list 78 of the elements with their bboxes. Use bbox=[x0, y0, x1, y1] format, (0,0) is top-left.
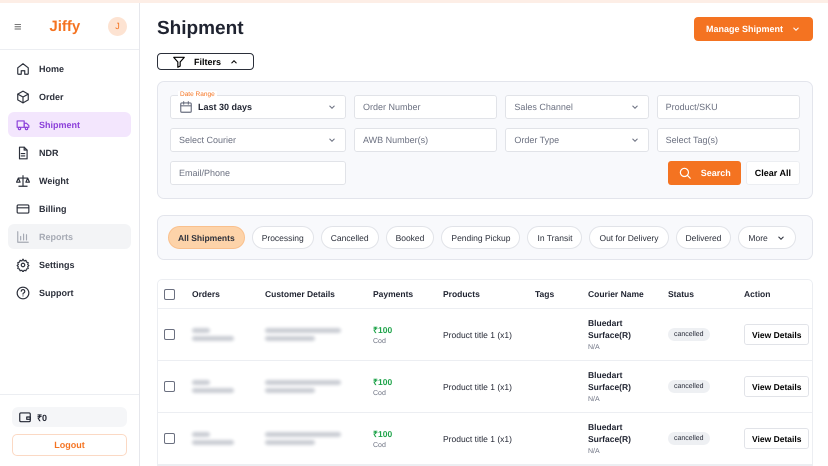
input-field[interactable]: Order Number bbox=[354, 95, 498, 119]
redacted-text bbox=[265, 388, 315, 393]
view-details-button[interactable]: View Details bbox=[744, 376, 810, 397]
search-icon bbox=[678, 166, 692, 180]
help-icon bbox=[16, 286, 30, 300]
select-field[interactable]: Select Courier bbox=[170, 128, 346, 152]
redacted-text bbox=[192, 388, 234, 393]
redacted-text bbox=[192, 328, 210, 333]
payment-amount: ₹100 bbox=[373, 428, 394, 439]
status-tab[interactable]: Booked bbox=[386, 226, 434, 249]
column-header: Tags bbox=[529, 280, 582, 309]
input-field[interactable]: Product/SKU bbox=[656, 95, 800, 119]
scale-icon bbox=[16, 174, 30, 188]
filters-button[interactable]: Filters bbox=[157, 53, 254, 70]
sidebar-item[interactable]: Settings bbox=[8, 252, 131, 277]
column-header: Orders bbox=[186, 280, 259, 309]
courier-name: Bluedart Surface(R) bbox=[588, 422, 632, 446]
wallet-icon bbox=[18, 410, 32, 424]
status-tab[interactable]: All Shipments bbox=[168, 226, 245, 249]
status-tab[interactable]: More bbox=[738, 226, 796, 249]
column-header: Payments bbox=[367, 280, 437, 309]
product-text: Product title 1 (x1) bbox=[443, 330, 513, 340]
sidebar-item[interactable]: Order bbox=[8, 84, 131, 109]
column-header: Courier Name bbox=[582, 280, 662, 309]
status-tab[interactable]: In Transit bbox=[527, 226, 582, 249]
page-title: Shipment bbox=[157, 18, 244, 40]
redacted-text bbox=[265, 336, 315, 341]
status-tab[interactable]: Pending Pickup bbox=[441, 226, 520, 249]
status-tab[interactable]: Cancelled bbox=[320, 226, 379, 249]
redacted-text bbox=[265, 440, 315, 445]
column-header: Status bbox=[662, 280, 738, 309]
payment-amount: ₹100 bbox=[373, 324, 394, 335]
redacted-text bbox=[192, 432, 210, 437]
logo: Jiffy bbox=[49, 18, 80, 34]
redacted-text bbox=[192, 440, 234, 445]
view-details-button[interactable]: View Details bbox=[744, 324, 810, 345]
input-field[interactable]: Email/Phone bbox=[170, 161, 346, 185]
status-tab[interactable]: Out for Delivery bbox=[589, 226, 668, 249]
select-field[interactable]: Order Type bbox=[505, 128, 649, 152]
box-icon bbox=[16, 90, 30, 104]
truck-icon bbox=[16, 118, 30, 132]
wallet-amount: ₹0 bbox=[37, 412, 48, 424]
filter-icon bbox=[172, 54, 186, 68]
select-field[interactable]: Sales Channel bbox=[505, 95, 649, 119]
wallet-balance[interactable]: ₹0 bbox=[12, 407, 127, 427]
redacted-text bbox=[192, 336, 234, 341]
view-details-button[interactable]: View Details bbox=[744, 428, 810, 449]
status-tab[interactable]: Delivered bbox=[676, 226, 732, 249]
column-header: Action bbox=[738, 280, 812, 309]
sidebar-item[interactable]: Shipment bbox=[8, 112, 131, 137]
courier-name: Bluedart Surface(R) bbox=[588, 370, 632, 394]
input-field[interactable]: AWB Number(s) bbox=[354, 128, 498, 152]
sidebar-item[interactable]: Support bbox=[8, 280, 131, 305]
clear-all-button[interactable]: Clear All bbox=[746, 161, 800, 185]
chart-icon bbox=[16, 230, 30, 244]
sidebar-item[interactable]: Billing bbox=[8, 196, 131, 221]
column-header: Customer Details bbox=[259, 280, 367, 309]
product-text: Product title 1 (x1) bbox=[443, 382, 513, 392]
column-header: Products bbox=[437, 280, 529, 309]
settings-icon bbox=[16, 258, 30, 272]
sidebar-item[interactable]: Home bbox=[8, 56, 131, 81]
checkbox[interactable] bbox=[164, 433, 175, 444]
home-icon bbox=[16, 62, 30, 76]
calendar-icon bbox=[179, 100, 193, 114]
courier-name: Bluedart Surface(R) bbox=[588, 318, 632, 342]
checkbox[interactable] bbox=[164, 329, 175, 340]
menu-icon[interactable]: ≡ bbox=[14, 18, 22, 34]
payment-amount: ₹100 bbox=[373, 376, 394, 387]
product-text: Product title 1 (x1) bbox=[443, 434, 513, 444]
sidebar-item[interactable]: Weight bbox=[8, 168, 131, 193]
input-field[interactable]: Select Tag(s) bbox=[656, 128, 800, 152]
checkbox[interactable] bbox=[164, 381, 175, 392]
status-tab[interactable]: Processing bbox=[252, 226, 314, 249]
card-icon bbox=[16, 202, 30, 216]
sidebar-item[interactable]: NDR bbox=[8, 140, 131, 165]
checkbox[interactable] bbox=[164, 288, 175, 300]
redacted-text bbox=[192, 380, 210, 385]
document-icon bbox=[16, 146, 30, 160]
